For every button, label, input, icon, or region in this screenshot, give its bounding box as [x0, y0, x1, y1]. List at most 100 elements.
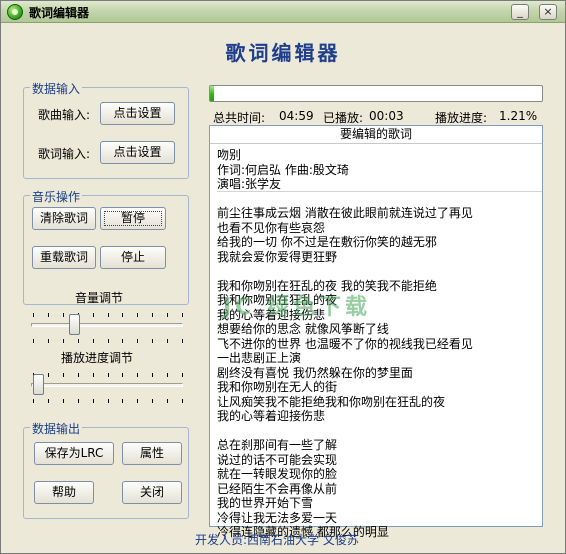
- total-time-value: 04:59: [279, 109, 314, 123]
- data-output-group: 数据输出 保存为LRC 属性 帮助 关闭: [23, 420, 189, 519]
- save-lrc-button[interactable]: 保存为LRC: [34, 442, 114, 465]
- played-label: 已播放:: [323, 111, 364, 125]
- slider-tick: [152, 339, 153, 343]
- slider-tick: [122, 313, 123, 317]
- lyric-line[interactable]: 前尘往事成云烟 消散在彼此眼前就连说过了再见: [217, 206, 542, 221]
- lyric-line[interactable]: 我和你吻别在无人的街: [217, 380, 542, 395]
- slider-tick: [93, 373, 94, 377]
- slider-tick: [137, 313, 138, 317]
- page-title: 歌词编辑器: [225, 41, 341, 65]
- volume-slider-track[interactable]: [31, 323, 183, 327]
- slider-tick: [122, 373, 123, 377]
- slider-tick: [78, 399, 79, 403]
- slider-tick: [48, 373, 49, 377]
- song-set-button[interactable]: 点击设置: [100, 102, 175, 125]
- lyric-line[interactable]: 我就会爱你爱得更狂野: [217, 250, 542, 265]
- app-icon: [7, 4, 23, 20]
- slider-tick: [93, 339, 94, 343]
- volume-label: 音量调节: [75, 291, 124, 305]
- lyric-line[interactable]: 让风痴笑我不能拒绝我和你吻别在狂乱的夜: [217, 395, 542, 410]
- volume-slider-thumb[interactable]: [69, 314, 81, 335]
- slider-tick: [78, 373, 79, 377]
- slider-tick: [108, 373, 109, 377]
- lyric-line[interactable]: 已经陌生不会再像从前: [217, 482, 542, 497]
- lyric-line[interactable]: 作词:何启弘 作曲:殷文琦: [217, 163, 542, 178]
- total-time-label: 总共时间:: [213, 111, 266, 125]
- lyric-line[interactable]: 冷得让我无法多爱一天: [217, 511, 542, 526]
- lyric-panel[interactable]: 要编辑的歌词 吻别 作词:何启弘 作曲:殷文琦 演唱:张学友 前尘往事成云烟 消散在彼…: [209, 125, 543, 539]
- data-output-legend: 数据输出: [30, 420, 83, 437]
- data-input-legend: 数据输入: [30, 80, 83, 97]
- slider-tick: [33, 339, 34, 343]
- lyric-line[interactable]: 演唱:张学友: [217, 177, 542, 192]
- progress-label: 播放进度:: [435, 111, 488, 125]
- slider-tick: [63, 373, 64, 377]
- lyric-line[interactable]: 飞不进你的世界 也温暖不了你的视线我已经看见: [217, 337, 542, 352]
- slider-tick: [137, 373, 138, 377]
- slider-tick: [182, 313, 183, 317]
- close-button[interactable]: 关闭: [122, 481, 182, 504]
- slider-tick: [122, 399, 123, 403]
- slider-tick: [63, 339, 64, 343]
- stop-button[interactable]: 停止: [100, 246, 166, 269]
- playback-progress-fill: [210, 86, 215, 101]
- song-input-label: 歌曲输入:: [38, 108, 91, 122]
- slider-tick: [48, 339, 49, 343]
- slider-tick: [152, 399, 153, 403]
- slider-tick: [182, 373, 183, 377]
- music-ops-legend: 音乐操作: [30, 188, 83, 205]
- slider-tick: [137, 399, 138, 403]
- lyric-line[interactable]: 吻别: [217, 148, 542, 163]
- slider-tick: [108, 339, 109, 343]
- lyric-line[interactable]: 给我的一切 你不过是在敷衍你笑的越无邪: [217, 235, 542, 250]
- watermark: JC 绿色下载: [223, 295, 371, 320]
- window-title: 歌词编辑器: [29, 6, 90, 20]
- seek-ticks: [33, 373, 183, 377]
- slider-tick: [167, 313, 168, 317]
- playback-progress-bar: [209, 85, 543, 102]
- lyric-line[interactable]: [217, 264, 542, 279]
- slider-tick: [167, 399, 168, 403]
- lyric-line[interactable]: 就在一转眼发现你的脸: [217, 467, 542, 482]
- slider-tick: [108, 399, 109, 403]
- slider-tick: [108, 313, 109, 317]
- slider-tick: [93, 399, 94, 403]
- lyric-line[interactable]: 我的心等着迎接伤悲: [217, 409, 542, 424]
- slider-tick: [137, 339, 138, 343]
- clear-lyrics-button[interactable]: 清除歌词: [32, 207, 96, 230]
- slider-tick: [167, 339, 168, 343]
- volume-ticks: [33, 313, 183, 317]
- seek-slider-thumb[interactable]: [32, 374, 44, 395]
- close-window-button[interactable]: ×: [539, 4, 557, 20]
- developer-credit: 开发人员:西南石油大学 文俊苏: [195, 533, 359, 547]
- lyric-line[interactable]: 剧终没有喜悦 我仍然躲在你的梦里面: [217, 366, 542, 381]
- progress-percent: 1.21%: [499, 109, 538, 123]
- slider-tick: [182, 399, 183, 403]
- lyric-line[interactable]: 想要给你的思念 就像风筝断了线: [217, 322, 542, 337]
- played-value: 00:03: [369, 109, 404, 123]
- lyric-line[interactable]: [217, 424, 542, 439]
- lyric-line[interactable]: 一出悲剧正上演: [217, 351, 542, 366]
- minimize-button[interactable]: _: [511, 4, 529, 20]
- reload-lyrics-button[interactable]: 重载歌词: [32, 246, 96, 269]
- lyric-panel-header: 要编辑的歌词: [210, 126, 542, 144]
- slider-tick: [78, 339, 79, 343]
- title-bar[interactable]: 歌词编辑器 _ ×: [1, 1, 565, 23]
- lyric-input-label: 歌词输入:: [38, 147, 91, 161]
- lyric-line[interactable]: 说过的话不可能会实现: [217, 453, 542, 468]
- slider-tick: [152, 373, 153, 377]
- lyric-set-button[interactable]: 点击设置: [100, 141, 175, 164]
- lyric-list[interactable]: 吻别 作词:何启弘 作曲:殷文琦 演唱:张学友 前尘往事成云烟 消散在彼此眼前就连说过…: [210, 144, 542, 540]
- lyric-line[interactable]: 总在刹那间有一些了解: [217, 438, 542, 453]
- slider-tick: [167, 373, 168, 377]
- slider-tick: [63, 313, 64, 317]
- lyric-line[interactable]: 我的世界开始下雪: [217, 496, 542, 511]
- lyric-line[interactable]: 也看不见你有些哀怨: [217, 221, 542, 236]
- help-button[interactable]: 帮助: [34, 481, 94, 504]
- slider-tick: [33, 313, 34, 317]
- seek-slider-track[interactable]: [31, 383, 183, 387]
- pause-button[interactable]: 暂停: [100, 207, 166, 230]
- properties-button[interactable]: 属性: [122, 442, 182, 465]
- lyric-line[interactable]: [217, 192, 542, 207]
- slider-tick: [93, 313, 94, 317]
